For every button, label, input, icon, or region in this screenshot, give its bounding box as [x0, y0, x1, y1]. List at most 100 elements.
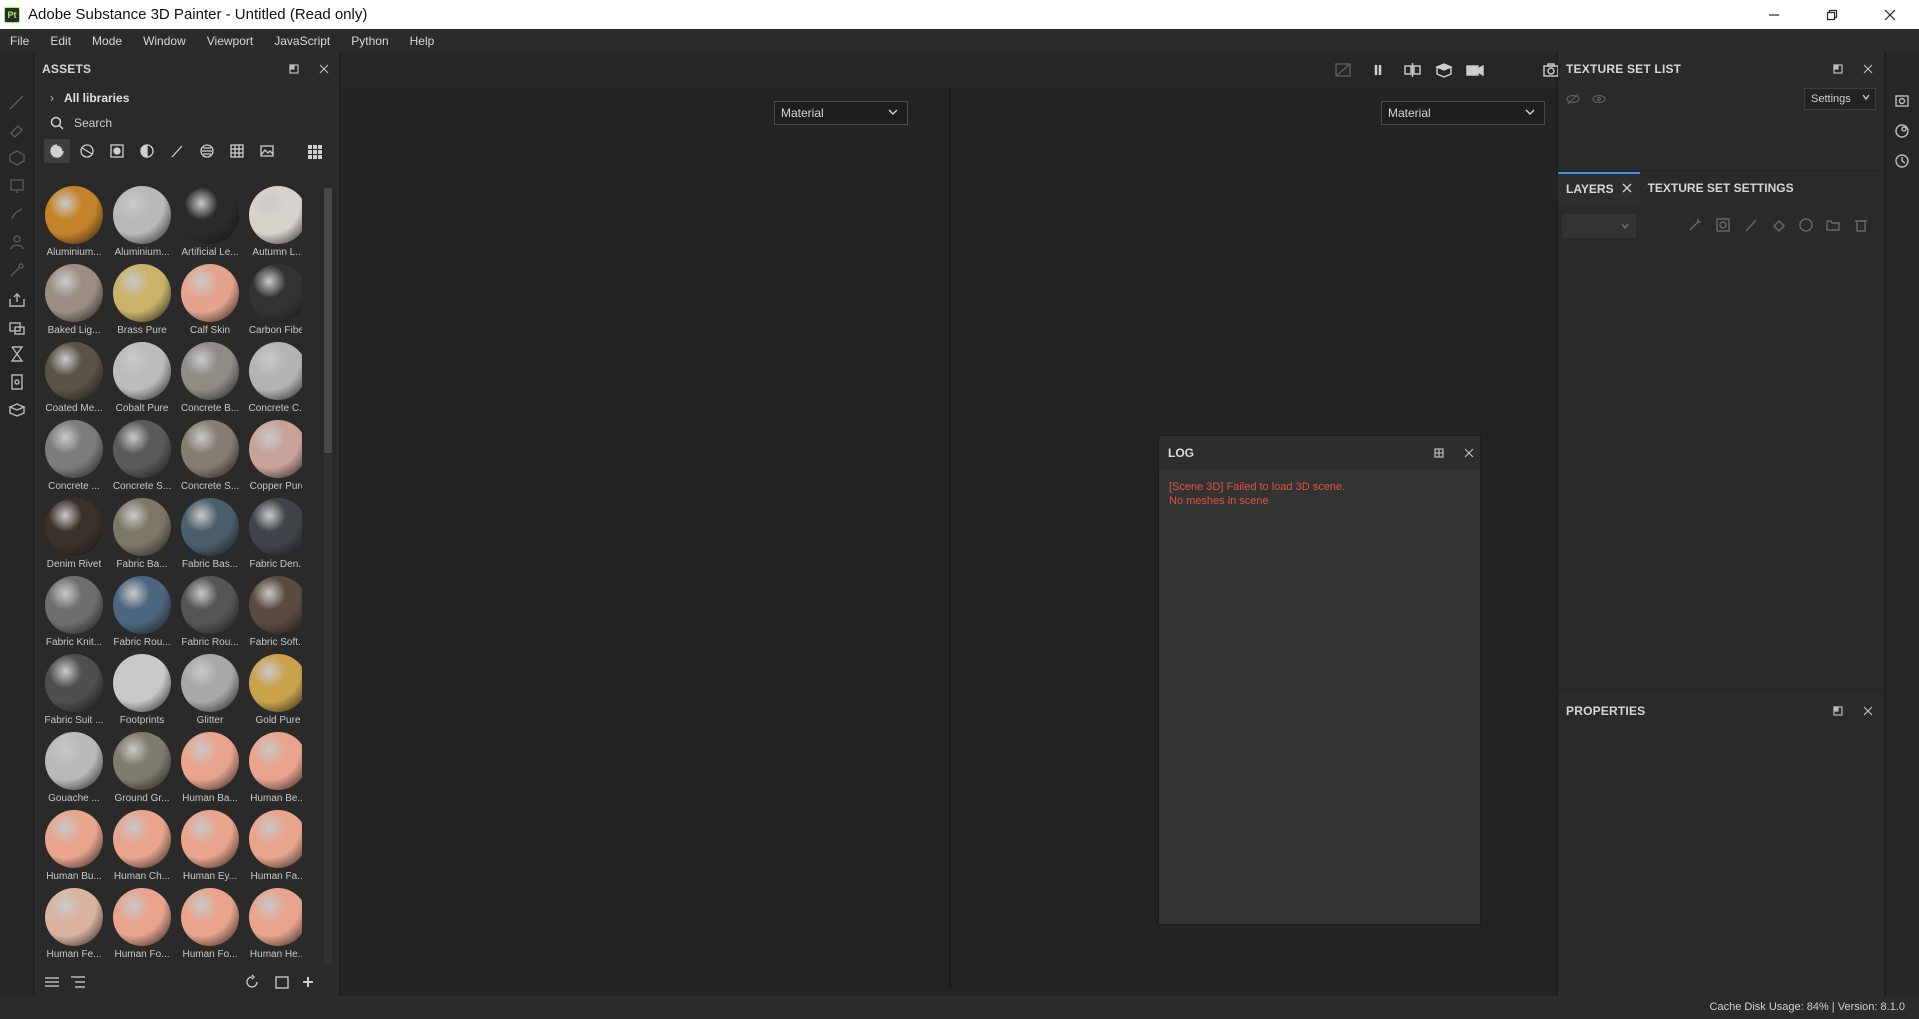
- texture-filter-icon[interactable]: [104, 139, 130, 163]
- close-icon[interactable]: [1462, 446, 1476, 460]
- add-mask-icon[interactable]: [1714, 216, 1732, 234]
- asset-tile[interactable]: Autumn L...: [244, 186, 302, 264]
- float-panel-icon[interactable]: [287, 62, 301, 76]
- close-icon[interactable]: [1861, 62, 1875, 76]
- asset-tile[interactable]: Human Bu...: [40, 810, 108, 888]
- menu-javascript[interactable]: JavaScript: [274, 34, 330, 48]
- left-view-mode-dropdown[interactable]: Material: [774, 101, 908, 125]
- brush-filter-icon[interactable]: [164, 139, 190, 163]
- asset-tile[interactable]: Fabric Suit ...: [40, 654, 108, 732]
- clone-tool-icon[interactable]: [7, 232, 27, 252]
- geometry-mask-tool-icon[interactable]: [7, 176, 27, 196]
- menu-mode[interactable]: Mode: [92, 34, 122, 48]
- menu-viewport[interactable]: Viewport: [207, 34, 253, 48]
- asset-tile[interactable]: Glitter: [176, 654, 244, 732]
- restore-button[interactable]: [1803, 0, 1861, 29]
- shader-settings-icon[interactable]: [1893, 122, 1911, 140]
- tab-layers[interactable]: LAYERS: [1558, 172, 1640, 204]
- asset-tile[interactable]: Aluminium...: [40, 186, 108, 264]
- float-panel-icon[interactable]: [1831, 62, 1845, 76]
- alpha-filter-icon[interactable]: [194, 139, 220, 163]
- asset-tile[interactable]: Human Ba...: [176, 732, 244, 810]
- float-panel-icon[interactable]: [1831, 704, 1845, 718]
- close-icon[interactable]: [317, 62, 331, 76]
- asset-tile[interactable]: Fabric Knit...: [40, 576, 108, 654]
- visibility-icon[interactable]: [1592, 92, 1606, 106]
- split-view-icon[interactable]: [1403, 61, 1423, 79]
- asset-tile[interactable]: Human Fo...: [108, 888, 176, 966]
- asset-tile[interactable]: Artificial Le...: [176, 186, 244, 264]
- video-camera-icon[interactable]: [1465, 61, 1485, 79]
- pause-icon[interactable]: [1368, 61, 1388, 79]
- delete-layer-icon[interactable]: [1852, 216, 1870, 234]
- smart-material-filter-icon[interactable]: [74, 139, 100, 163]
- search-input[interactable]: Search: [34, 110, 339, 136]
- asset-tile[interactable]: Ground Gr...: [108, 732, 176, 810]
- close-icon[interactable]: [1622, 182, 1632, 196]
- close-icon[interactable]: [1861, 704, 1875, 718]
- minimize-button[interactable]: [1745, 0, 1803, 29]
- asset-tile[interactable]: Fabric Rou...: [176, 576, 244, 654]
- camera-cube-icon[interactable]: [1434, 61, 1454, 79]
- asset-tile[interactable]: Human Be...: [244, 732, 302, 810]
- library-selector[interactable]: › All libraries: [34, 86, 339, 110]
- menu-edit[interactable]: Edit: [50, 34, 71, 48]
- asset-tile[interactable]: Human Fe...: [40, 888, 108, 966]
- add-effect-icon[interactable]: [1686, 216, 1704, 234]
- asset-tile[interactable]: Coated Me...: [40, 342, 108, 420]
- add-paint-layer-icon[interactable]: [1742, 216, 1760, 234]
- asset-tile[interactable]: Fabric Den...: [244, 498, 302, 576]
- history-icon[interactable]: [1893, 152, 1911, 170]
- asset-tile[interactable]: Brass Pure: [108, 264, 176, 342]
- asset-tile[interactable]: Human Fo...: [176, 888, 244, 966]
- menu-help[interactable]: Help: [410, 34, 435, 48]
- asset-tile[interactable]: Fabric Bas...: [176, 498, 244, 576]
- smudge-tool-icon[interactable]: [7, 204, 27, 224]
- asset-tile[interactable]: Human He...: [244, 888, 302, 966]
- picker-tool-icon[interactable]: [7, 260, 27, 280]
- export-tool-icon[interactable]: [7, 318, 27, 338]
- asset-tile[interactable]: Carbon Fiber: [244, 264, 302, 342]
- asset-tile[interactable]: Fabric Soft...: [244, 576, 302, 654]
- hourglass-tool-icon[interactable]: [7, 344, 27, 364]
- asset-tile[interactable]: Footprints: [108, 654, 176, 732]
- add-smart-material-icon[interactable]: [1797, 216, 1815, 234]
- material-box-tool-icon[interactable]: [7, 400, 27, 420]
- grid-view-icon[interactable]: [307, 144, 323, 163]
- menu-window[interactable]: Window: [143, 34, 186, 48]
- viewport-split-divider[interactable]: [949, 88, 951, 988]
- hide-ui-icon[interactable]: [1333, 61, 1353, 79]
- asset-tile[interactable]: Concrete B...: [176, 342, 244, 420]
- material-filter-icon[interactable]: [44, 139, 70, 163]
- asset-tile[interactable]: Concrete S...: [108, 420, 176, 498]
- asset-tile[interactable]: Human Fa...: [244, 810, 302, 888]
- tab-texture-set-settings[interactable]: TEXTURE SET SETTINGS: [1640, 172, 1802, 204]
- asset-tile[interactable]: Gold Pure: [244, 654, 302, 732]
- asset-tile[interactable]: Human Ch...: [108, 810, 176, 888]
- document-tool-icon[interactable]: [7, 372, 27, 392]
- menu-python[interactable]: Python: [351, 34, 388, 48]
- asset-tile[interactable]: Cobalt Pure: [108, 342, 176, 420]
- dock-icon[interactable]: [1432, 446, 1446, 460]
- asset-tile[interactable]: Fabric Ba...: [108, 498, 176, 576]
- settings-dropdown[interactable]: Settings: [1804, 88, 1876, 110]
- channel-dropdown[interactable]: [1562, 214, 1636, 238]
- new-folder-icon[interactable]: [274, 974, 290, 990]
- projection-tool-icon[interactable]: [7, 148, 27, 168]
- asset-tile[interactable]: Concrete C...: [244, 342, 302, 420]
- paint-brush-tool-icon[interactable]: [7, 92, 27, 112]
- asset-tile[interactable]: Gouache ...: [40, 732, 108, 810]
- asset-tile[interactable]: Human Ey...: [176, 810, 244, 888]
- asset-tile[interactable]: Copper Pure: [244, 420, 302, 498]
- display-settings-icon[interactable]: [1893, 92, 1911, 110]
- menu-file[interactable]: File: [10, 34, 29, 48]
- add-icon[interactable]: [300, 974, 316, 990]
- tree-view-icon[interactable]: [70, 974, 86, 990]
- bake-tool-icon[interactable]: [7, 290, 27, 310]
- asset-tile[interactable]: Denim Rivet: [40, 498, 108, 576]
- visibility-hidden-icon[interactable]: [1566, 92, 1580, 106]
- add-folder-icon[interactable]: [1824, 216, 1842, 234]
- refresh-icon[interactable]: [244, 974, 260, 990]
- asset-tile[interactable]: Baked Lig...: [40, 264, 108, 342]
- environment-filter-icon[interactable]: [134, 139, 160, 163]
